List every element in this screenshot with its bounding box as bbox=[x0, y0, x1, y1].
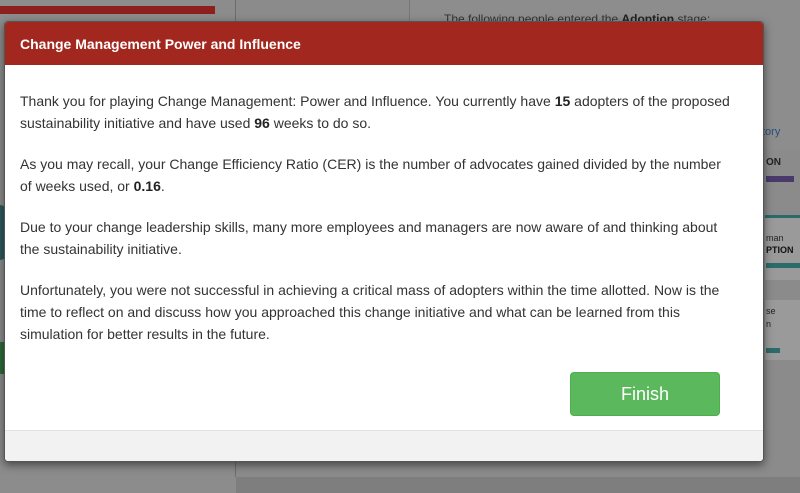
background-teal-bar bbox=[766, 263, 800, 268]
background-teal-bar-2 bbox=[766, 348, 780, 353]
background-history-link: tory bbox=[762, 126, 781, 138]
background-card-text: man bbox=[766, 233, 784, 243]
background-card-stage: PTION bbox=[766, 245, 794, 255]
adopters-count: 15 bbox=[554, 93, 571, 109]
awareness-paragraph: Due to your change leadership skills, ma… bbox=[20, 219, 718, 257]
cer-paragraph: As you may recall, your Change Efficienc… bbox=[20, 156, 721, 194]
finish-button[interactable]: Finish bbox=[570, 372, 720, 416]
background-label: ON bbox=[766, 157, 781, 168]
background-bottom bbox=[236, 477, 800, 493]
end-game-modal: Change Management Power and Influence Th… bbox=[4, 21, 764, 462]
weeks-used: 96 bbox=[254, 115, 270, 131]
modal-header: Change Management Power and Influence bbox=[5, 22, 763, 65]
cer-value: 0.16 bbox=[133, 178, 161, 194]
background-purple-bar bbox=[766, 176, 794, 182]
background-card-2-text-2: n bbox=[766, 319, 772, 329]
background-progress-bar bbox=[0, 6, 215, 14]
reflection-paragraph: Unfortunately, you were not successful i… bbox=[20, 282, 720, 342]
modal-footer bbox=[5, 430, 763, 461]
modal-body: Thank you for playing Change Management:… bbox=[5, 65, 763, 345]
background-card-2-text: se bbox=[766, 306, 776, 316]
summary-paragraph: Thank you for playing Change Management:… bbox=[20, 93, 730, 131]
modal-title: Change Management Power and Influence bbox=[20, 35, 301, 52]
